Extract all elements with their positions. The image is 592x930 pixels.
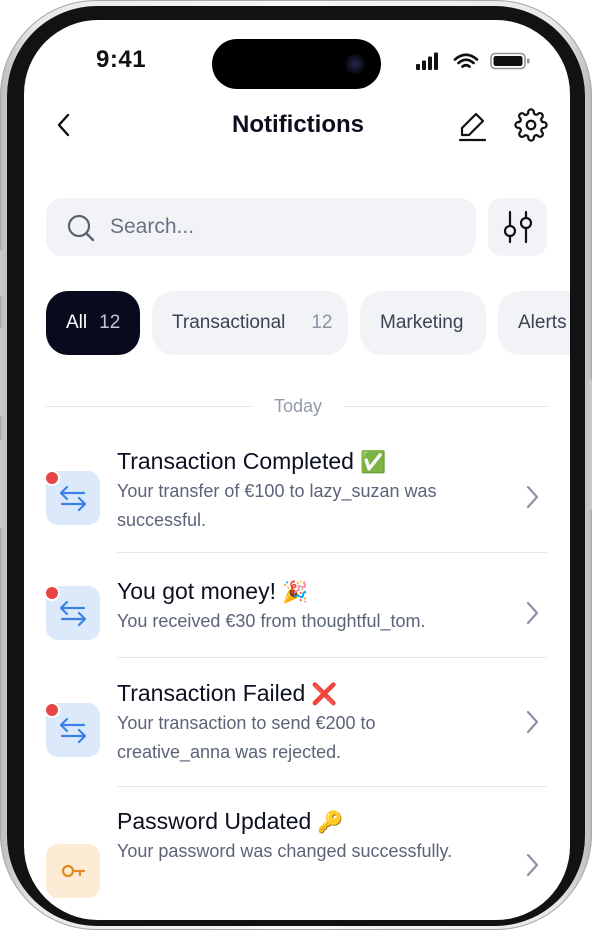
notification-separator	[117, 657, 547, 658]
volume-down-button	[0, 440, 4, 528]
notification-icon-bg	[46, 844, 100, 898]
search-input[interactable]: Search...	[46, 198, 476, 256]
page-title: Notifictions	[232, 111, 364, 138]
status-icons	[416, 51, 556, 71]
chip-transactional[interactable]: Transactional 12	[152, 291, 348, 355]
notification-title-text: Transaction Failed	[117, 680, 306, 706]
search-placeholder: Search...	[110, 215, 195, 238]
wifi-icon	[453, 53, 479, 68]
chip-label: Marketing	[380, 312, 464, 333]
search-icon	[67, 214, 95, 242]
section-divider	[344, 406, 548, 407]
notification-item[interactable]: You got money! 🎉 You received €30 from th…	[46, 572, 548, 656]
chip-count: 12	[311, 312, 333, 333]
notification-title: Transaction Completed ✅	[117, 448, 386, 475]
volume-up-button	[0, 328, 4, 416]
key-icon	[61, 864, 86, 878]
screen: 9:41 Notifictions Search... All 12 Trans…	[24, 20, 570, 920]
filter-button[interactable]	[488, 198, 547, 256]
gear-icon	[514, 108, 548, 142]
chip-label: All	[66, 312, 88, 333]
unread-dot	[46, 704, 58, 716]
notification-title: Password Updated 🔑	[117, 808, 344, 835]
unread-dot	[46, 587, 58, 599]
notification-title-text: You got money!	[117, 578, 276, 604]
notification-body: Your transfer of €100 to lazy_suzan was …	[117, 481, 437, 530]
cross-mark-emoji: ❌	[311, 683, 338, 706]
notification-item[interactable]: Password Updated 🔑 Your password was chan…	[46, 802, 548, 912]
signal-icon	[416, 52, 438, 70]
transfer-arrows-icon	[59, 717, 87, 744]
power-button	[588, 380, 592, 510]
notification-item[interactable]: Transaction Failed ❌ Your transaction to …	[46, 674, 548, 786]
notification-body: Your password was changed successfully.	[117, 841, 453, 861]
notification-title-text: Transaction Completed	[117, 448, 354, 474]
chip-marketing[interactable]: Marketing	[360, 291, 486, 355]
check-mark-emoji: ✅	[359, 451, 387, 474]
chevron-right-icon	[526, 601, 539, 625]
chip-alerts[interactable]: Alerts	[498, 291, 570, 355]
chip-count: 12	[99, 312, 121, 333]
notification-body: You received €30 from thoughtful_tom.	[117, 611, 426, 631]
transfer-arrows-icon	[59, 600, 87, 627]
chip-all[interactable]: All 12	[46, 291, 140, 355]
section-label: Today	[273, 396, 323, 416]
section-divider	[46, 406, 252, 407]
notification-item[interactable]: Transaction Completed ✅ Your transfer of …	[46, 442, 548, 552]
chevron-right-icon	[526, 853, 539, 877]
notification-title: You got money! 🎉	[117, 578, 308, 605]
status-time: 9:41	[96, 46, 147, 73]
unread-dot	[46, 472, 58, 484]
chip-label: Alerts	[518, 312, 567, 333]
notification-title-text: Password Updated	[117, 808, 312, 834]
back-button[interactable]	[44, 105, 84, 145]
front-camera	[345, 54, 365, 74]
notification-separator	[117, 552, 547, 553]
pen-icon	[458, 112, 487, 142]
notification-title: Transaction Failed ❌	[117, 680, 338, 707]
party-popper-emoji: 🎉	[282, 581, 309, 604]
sliders-icon	[503, 210, 532, 244]
action-button	[0, 250, 4, 296]
notification-body: Your transaction to send €200 to creativ…	[117, 713, 376, 762]
transfer-arrows-icon	[59, 485, 87, 512]
notification-separator	[117, 786, 547, 787]
settings-button[interactable]	[511, 105, 551, 145]
chevron-right-icon	[526, 485, 539, 509]
key-emoji: 🔑	[317, 811, 344, 834]
chevron-right-icon	[526, 710, 539, 734]
chevron-left-icon	[57, 113, 70, 137]
chip-label: Transactional	[172, 312, 286, 333]
edit-button[interactable]	[452, 106, 492, 146]
battery-icon	[490, 52, 530, 70]
